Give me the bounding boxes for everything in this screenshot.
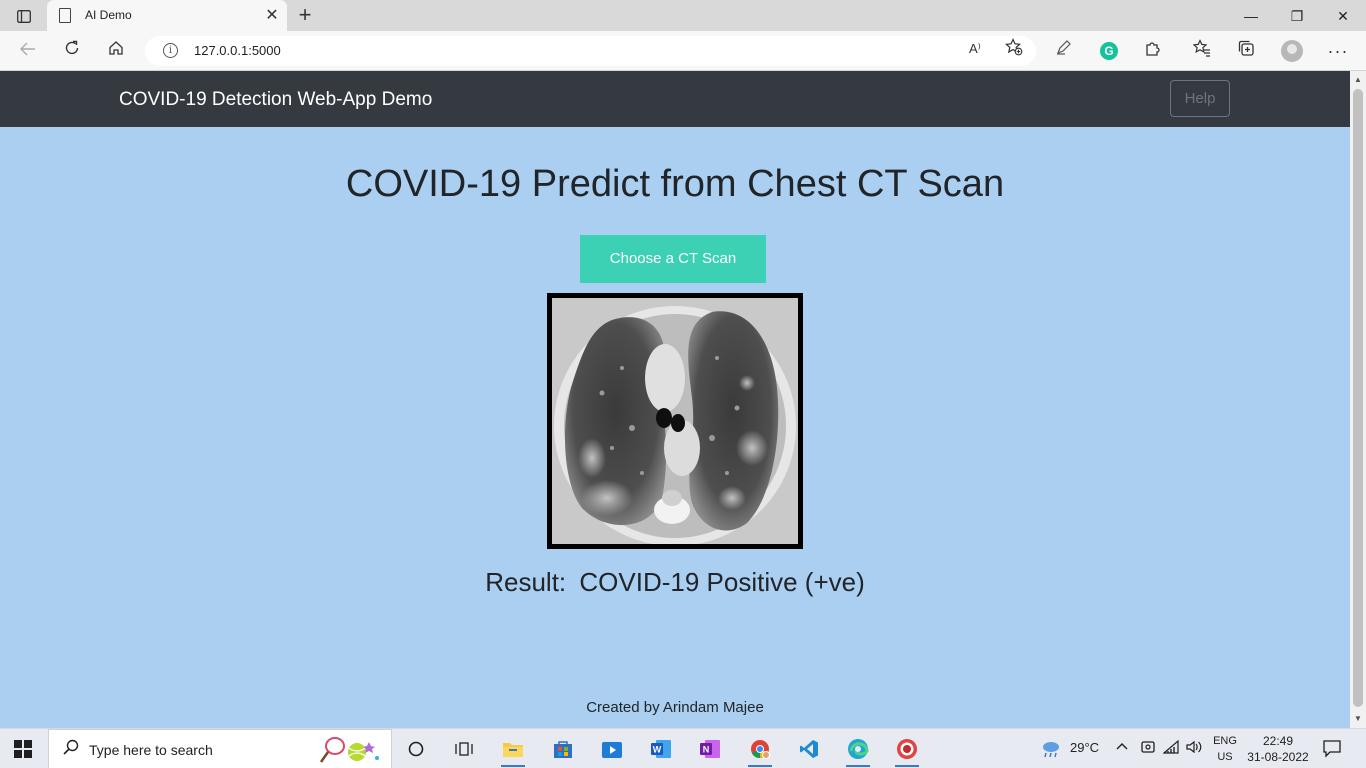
browser-toolbar: i 127.0.0.1:5000 A⁾ G ···: [0, 31, 1366, 71]
help-button[interactable]: Help: [1170, 80, 1230, 117]
taskbar-search-box[interactable]: Type here to search: [48, 729, 392, 768]
word-icon[interactable]: W: [646, 735, 676, 763]
profile-icon[interactable]: [1281, 40, 1303, 62]
add-favorite-icon[interactable]: [1005, 38, 1023, 61]
edge-icon[interactable]: [843, 735, 873, 767]
collections-icon[interactable]: [1234, 39, 1258, 63]
tab-title: AI Demo: [85, 8, 132, 22]
page-scrollbar[interactable]: ▲ ▼: [1350, 71, 1366, 728]
restore-window-button[interactable]: ❐: [1274, 4, 1320, 28]
close-tab-icon[interactable]: ✕: [263, 5, 281, 25]
scroll-down-icon[interactable]: ▼: [1350, 712, 1366, 726]
navbar-brand[interactable]: COVID-19 Detection Web-App Demo: [119, 89, 432, 111]
read-aloud-icon[interactable]: A⁾: [969, 41, 981, 57]
notifications-icon[interactable]: [1322, 738, 1344, 760]
meet-now-icon[interactable]: [1140, 739, 1156, 758]
prediction-result: Result: COVID-19 Positive (+ve): [0, 567, 1350, 598]
microsoft-store-icon[interactable]: [548, 735, 578, 763]
page-icon: [59, 8, 71, 23]
close-window-button[interactable]: ✕: [1320, 4, 1366, 28]
grammarly-icon[interactable]: G: [1100, 42, 1118, 60]
file-explorer-icon[interactable]: [498, 735, 528, 767]
favorites-icon[interactable]: [1190, 39, 1214, 63]
svg-text:N: N: [703, 745, 710, 755]
url-text[interactable]: 127.0.0.1:5000: [194, 43, 281, 58]
new-tab-button[interactable]: +: [293, 3, 317, 27]
browser-tab-active[interactable]: AI Demo ✕: [47, 0, 287, 31]
region-code: US: [1217, 751, 1233, 763]
minimize-window-button[interactable]: —: [1228, 4, 1274, 28]
windows-start-icon[interactable]: [14, 740, 32, 758]
home-icon[interactable]: [103, 39, 129, 63]
scroll-up-icon[interactable]: ▲: [1350, 73, 1366, 87]
refresh-icon[interactable]: [59, 39, 85, 63]
search-highlight-icon[interactable]: [319, 734, 385, 766]
search-placeholder: Type here to search: [89, 742, 213, 758]
vscode-icon[interactable]: [794, 735, 824, 763]
more-icon[interactable]: ···: [1326, 39, 1350, 63]
ct-scan-image: [547, 293, 803, 549]
page-viewport: COVID-19 Detection Web-App Demo Help COV…: [0, 71, 1350, 728]
task-view-icon[interactable]: [401, 735, 431, 763]
extensions-icon[interactable]: [1141, 39, 1165, 63]
chrome-icon[interactable]: [745, 735, 775, 767]
footer-credit: Created by Arindam Majee: [586, 699, 764, 716]
volume-icon[interactable]: [1185, 739, 1203, 758]
info-icon[interactable]: i: [163, 43, 178, 58]
chevron-up-icon[interactable]: [1115, 740, 1129, 754]
taskbar-clock[interactable]: 22:49 31-08-2022: [1247, 733, 1309, 765]
onenote-icon[interactable]: N: [695, 735, 725, 763]
clock-time: 22:49: [1262, 734, 1294, 748]
recorder-icon[interactable]: [892, 735, 922, 767]
site-navbar: COVID-19 Detection Web-App Demo Help: [0, 71, 1350, 127]
weather-icon[interactable]: [1040, 739, 1062, 762]
page-title: COVID-19 Predict from Chest CT Scan: [345, 163, 1005, 205]
scroll-thumb[interactable]: [1353, 89, 1363, 707]
input-language[interactable]: ENG US: [1211, 733, 1239, 765]
language-code: ENG: [1213, 735, 1237, 747]
windows-taskbar: Type here to search W N 29°C ENG US 22:4…: [0, 728, 1366, 768]
back-icon[interactable]: [15, 39, 41, 63]
address-bar[interactable]: i 127.0.0.1:5000 A⁾: [145, 36, 1036, 66]
svg-text:W: W: [653, 745, 662, 755]
pen-icon[interactable]: [1052, 39, 1076, 63]
widgets-icon[interactable]: [449, 735, 479, 763]
wifi-icon[interactable]: [1162, 739, 1181, 758]
weather-temperature[interactable]: 29°C: [1070, 740, 1099, 755]
search-icon: [63, 739, 79, 760]
clock-date: 31-08-2022: [1247, 750, 1309, 764]
choose-ct-scan-button[interactable]: Choose a CT Scan: [580, 235, 766, 283]
browser-tab-bar: AI Demo ✕ + — ❐ ✕: [0, 0, 1366, 31]
result-value: COVID-19 Positive (+ve): [579, 567, 865, 597]
tab-actions-icon[interactable]: [8, 5, 40, 27]
media-player-icon[interactable]: [597, 735, 627, 763]
result-label: Result:: [485, 567, 567, 597]
